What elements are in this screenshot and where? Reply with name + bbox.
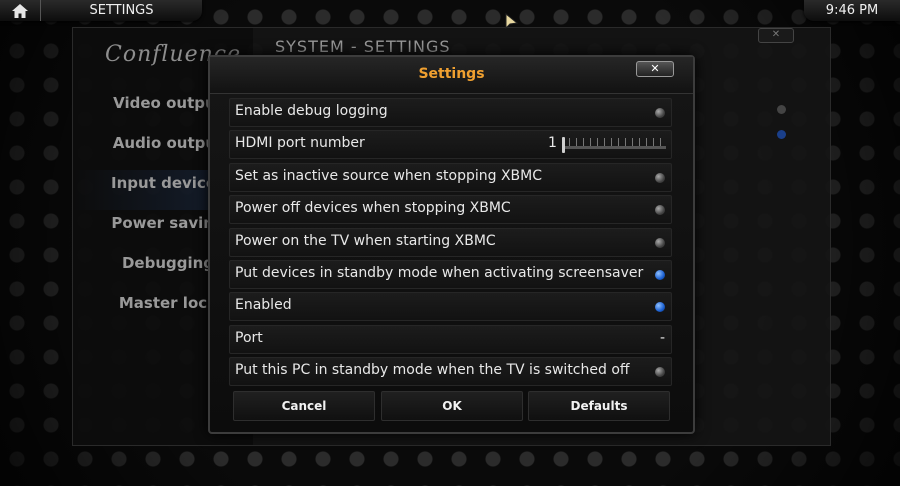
settings-dialog: Settings ✕ Enable debug logging HDMI por… <box>208 55 695 434</box>
setting-port[interactable]: Port - <box>229 324 672 354</box>
setting-label: Put this PC in standby mode when the TV … <box>235 362 630 379</box>
slider-ticks <box>562 138 666 147</box>
radio-off-icon[interactable] <box>655 172 665 183</box>
slider-track <box>562 146 666 150</box>
close-icon: ✕ <box>650 62 660 75</box>
dialog-close-button[interactable]: ✕ <box>636 61 674 77</box>
setting-enabled[interactable]: Enabled <box>229 292 672 322</box>
home-button[interactable] <box>0 0 41 21</box>
setting-inactive-source-on-stop[interactable]: Set as inactive source when stopping XBM… <box>229 162 672 192</box>
slider-handle[interactable] <box>562 137 565 154</box>
hdmi-port-slider[interactable] <box>562 137 666 154</box>
radio-on-icon[interactable] <box>655 269 665 280</box>
page-title: SYSTEM - SETTINGS <box>275 37 451 56</box>
setting-label: Enable debug logging <box>235 103 388 119</box>
home-icon <box>12 3 28 18</box>
radio-on-icon[interactable] <box>655 302 665 313</box>
setting-label: Power off devices when stopping XBMC <box>235 200 511 217</box>
setting-label: Port <box>235 329 263 346</box>
setting-label: Put devices in standby mode when activat… <box>235 264 644 281</box>
clock: 9:46 PM <box>804 0 900 21</box>
cancel-button[interactable]: Cancel <box>233 391 375 421</box>
setting-standby-on-screensaver[interactable]: Put devices in standby mode when activat… <box>229 259 672 289</box>
close-button[interactable]: ✕ <box>758 28 794 43</box>
setting-label: HDMI port number <box>235 135 365 152</box>
setting-enable-debug-logging[interactable]: Enable debug logging <box>229 98 672 127</box>
setting-power-off-devices[interactable]: Power off devices when stopping XBMC <box>229 195 672 225</box>
setting-label: Enabled <box>235 297 292 314</box>
ok-button[interactable]: OK <box>381 391 523 421</box>
setting-power-on-tv[interactable]: Power on the TV when starting XBMC <box>229 227 672 257</box>
radio-off-icon[interactable] <box>655 237 665 248</box>
settings-list: Enable debug logging HDMI port number 1 … <box>229 98 672 390</box>
mouse-cursor <box>505 13 519 30</box>
close-icon: ✕ <box>771 29 781 40</box>
setting-pc-standby-on-tv-off[interactable]: Put this PC in standby mode when the TV … <box>229 357 672 387</box>
dialog-buttons: Cancel OK Defaults <box>233 391 670 421</box>
setting-label: Power on the TV when starting XBMC <box>235 232 496 249</box>
radio-off-icon[interactable] <box>655 108 665 118</box>
port-value: - <box>659 329 665 346</box>
dialog-header: Settings ✕ <box>210 57 693 94</box>
background-radio-on <box>777 130 786 139</box>
radio-off-icon[interactable] <box>655 367 665 378</box>
setting-label: Set as inactive source when stopping XBM… <box>235 167 543 184</box>
dialog-title: Settings <box>418 66 485 82</box>
top-bar-left: SETTINGS <box>0 0 202 21</box>
slider-value: 1 <box>548 135 557 152</box>
defaults-button[interactable]: Defaults <box>528 391 670 421</box>
setting-hdmi-port-number[interactable]: HDMI port number 1 <box>229 130 672 160</box>
window-title: SETTINGS <box>89 3 154 18</box>
background-radio-off <box>777 105 786 114</box>
radio-off-icon[interactable] <box>655 205 665 216</box>
